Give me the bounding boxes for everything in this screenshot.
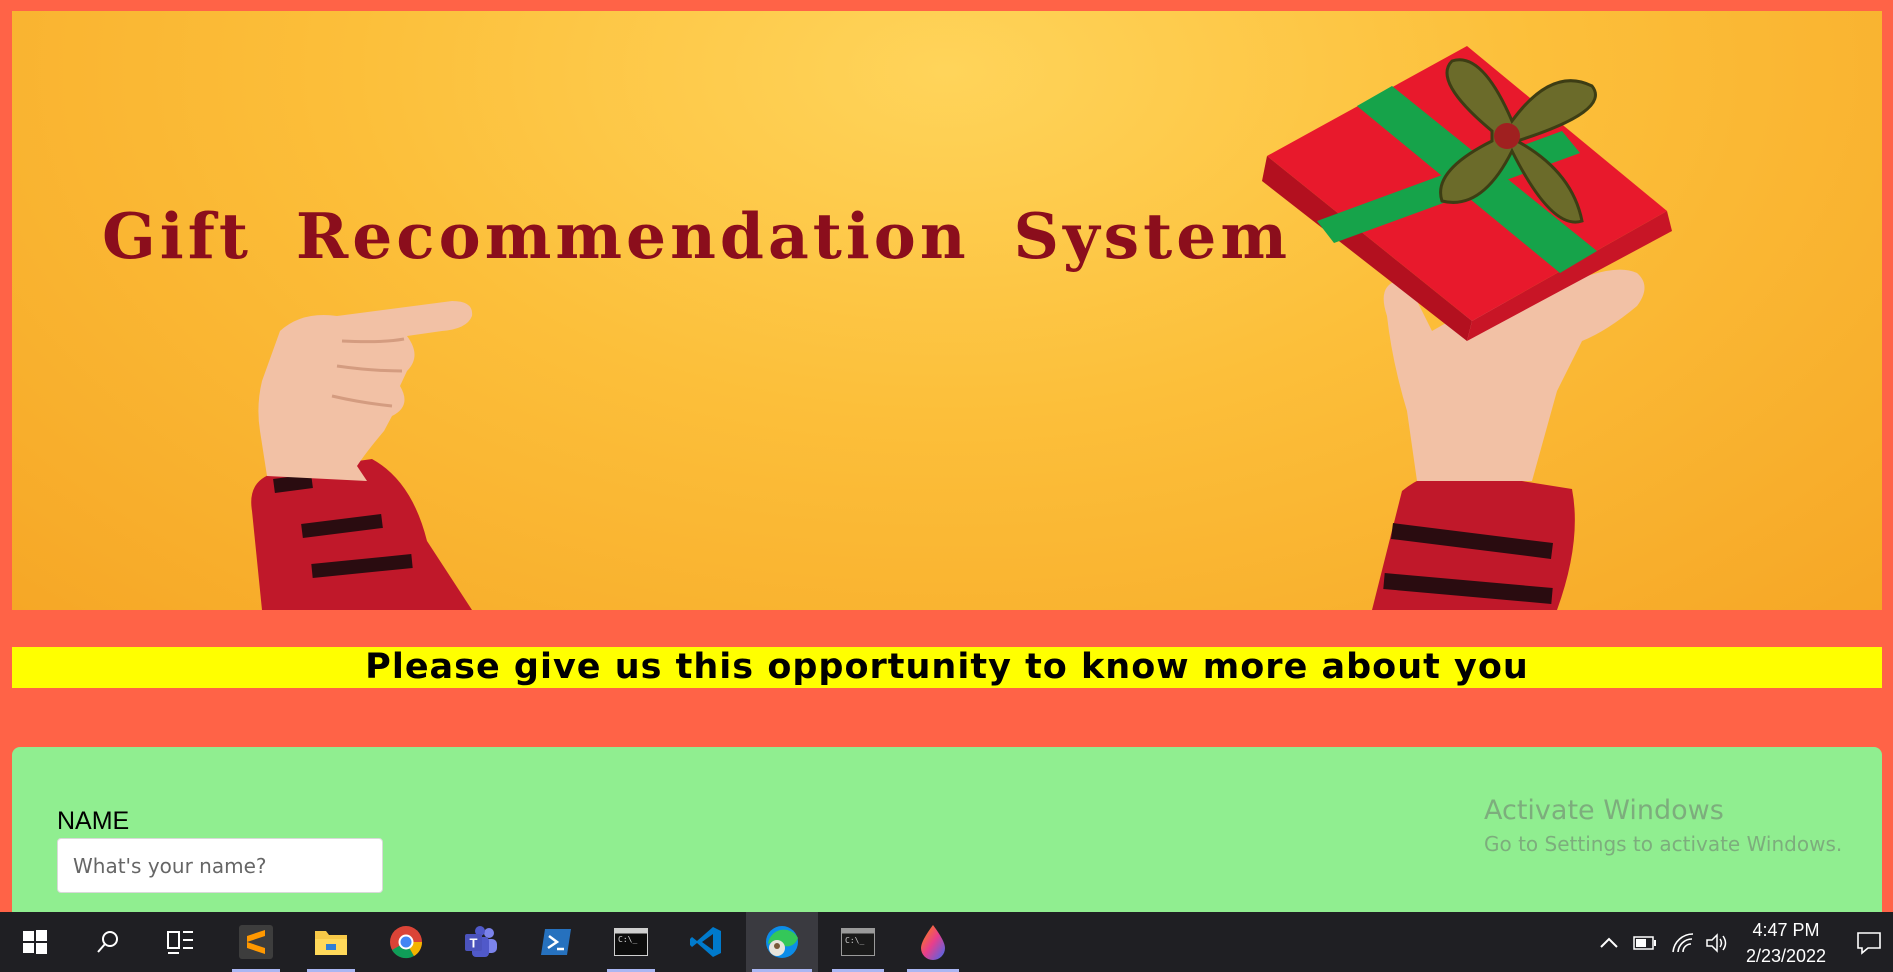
wifi-icon [1672,933,1694,953]
search-button[interactable] [78,912,138,972]
svg-text:T: T [470,936,478,951]
battery-icon [1633,936,1656,950]
vscode-icon [690,927,721,957]
sublime-text-icon [239,925,273,959]
teams-icon: T [465,926,497,957]
network-button[interactable] [1670,930,1696,956]
taskbar-clock[interactable]: 4:47 PM 2/23/2022 [1734,917,1838,969]
paint-icon [921,925,945,960]
taskbar-chrome[interactable] [376,912,436,972]
chrome-icon [390,926,423,959]
name-label: NAME [57,807,130,835]
taskbar-cmd[interactable]: C:\_ [826,912,890,972]
hero-banner: Gift Recommendation System [12,11,1882,610]
task-view-icon [167,931,193,954]
svg-text:C:\_: C:\_ [845,936,864,945]
start-icon [23,930,47,954]
watermark-title: Activate Windows [1484,795,1724,826]
taskbar-terminal[interactable]: C:\_ [601,912,661,972]
taskbar-file-explorer[interactable] [301,912,361,972]
banner-illustration [251,46,1672,610]
taskbar-vscode[interactable] [676,912,736,972]
notification-icon [1857,932,1881,955]
page-title: Gift Recommendation System [102,199,1291,273]
chevron-up-icon [1600,937,1618,948]
task-view-button[interactable] [150,912,210,972]
taskbar: T C:\_ C:\_ 4:47 PM 2/23/2022 [0,912,1893,972]
pointing-hand-image [251,301,473,610]
clock-date: 2/23/2022 [1745,946,1827,966]
taskbar-sublime-text[interactable] [226,912,286,972]
edge-icon [766,926,798,958]
taskbar-teams[interactable]: T [451,912,511,972]
volume-button[interactable] [1704,930,1730,956]
start-button[interactable] [5,912,65,972]
taskbar-edge[interactable] [746,912,818,972]
battery-button[interactable] [1632,930,1658,956]
terminal-icon: C:\_ [614,928,648,956]
cmd-icon: C:\_ [841,928,875,956]
tagline-banner: Please give us this opportunity to know … [12,647,1882,688]
taskbar-paint[interactable] [901,912,965,972]
watermark-subtitle: Go to Settings to activate Windows. [1484,832,1843,856]
search-icon [97,931,118,953]
volume-icon [1706,933,1727,953]
clock-time: 4:47 PM [1752,920,1820,940]
gift-hand-image [1372,269,1645,610]
action-center-button[interactable] [1856,930,1882,956]
show-hidden-icons-button[interactable] [1596,930,1622,956]
svg-text:C:\_: C:\_ [618,935,637,944]
name-input[interactable] [57,838,383,893]
activate-windows-watermark: Activate Windows Go to Settings to activ… [1484,795,1842,856]
taskbar-powershell[interactable] [526,912,586,972]
file-explorer-icon [315,931,347,955]
powershell-icon [541,929,571,955]
